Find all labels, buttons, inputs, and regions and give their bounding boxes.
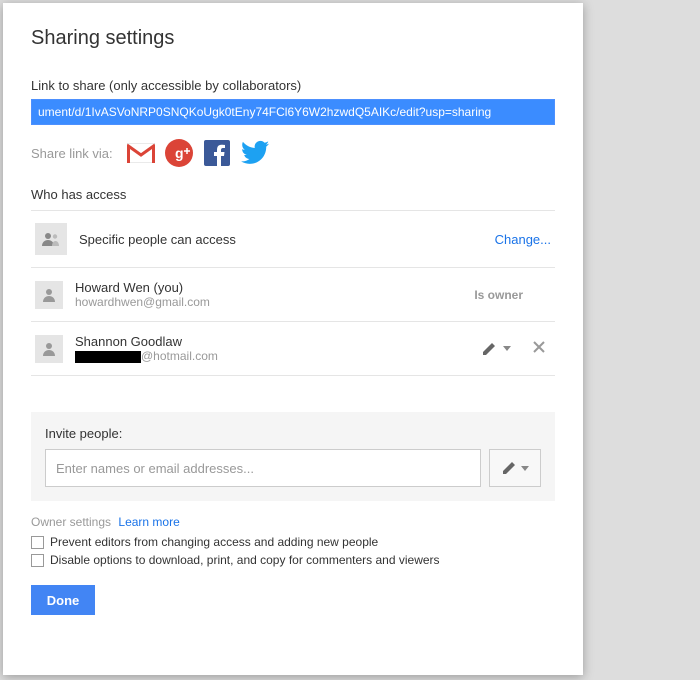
svg-text:g: g: [175, 145, 184, 161]
gmail-icon[interactable]: [127, 139, 155, 167]
invite-section: Invite people:: [31, 412, 555, 501]
share-link-input[interactable]: [31, 99, 555, 125]
person-icon: [35, 281, 63, 309]
google-plus-icon[interactable]: g: [165, 139, 193, 167]
checkbox-disable-download[interactable]: [31, 554, 44, 567]
person-row-owner: Howard Wen (you) howardhwen@gmail.com Is…: [31, 268, 555, 322]
permission-dropdown[interactable]: [481, 341, 511, 357]
person-email: howardhwen@gmail.com: [75, 295, 462, 309]
owner-settings-section: Owner settings Learn more Prevent editor…: [31, 515, 555, 571]
person-name: Shannon Goodlaw: [75, 334, 469, 349]
facebook-icon[interactable]: [203, 139, 231, 167]
dialog-title: Sharing settings: [31, 27, 555, 50]
pencil-icon: [501, 460, 517, 476]
owner-settings-label: Owner settings: [31, 515, 111, 529]
who-has-access-label: Who has access: [31, 187, 555, 202]
access-summary-text: Specific people can access: [79, 232, 483, 247]
twitter-icon[interactable]: [241, 139, 269, 167]
close-icon: [533, 341, 545, 353]
invite-input[interactable]: [45, 449, 481, 487]
checkbox-prevent-editors[interactable]: [31, 536, 44, 549]
row-actions: [481, 341, 545, 357]
share-via-row: Share link via: g: [31, 139, 555, 167]
person-row-collaborator: Shannon Goodlaw @hotmail.com: [31, 322, 555, 376]
sharing-dialog: Sharing settings Link to share (only acc…: [3, 3, 583, 675]
remove-person-button[interactable]: [533, 341, 545, 356]
change-access-link[interactable]: Change...: [495, 232, 551, 247]
chevron-down-icon: [521, 466, 529, 471]
pencil-icon: [481, 341, 497, 357]
person-name: Howard Wen (you): [75, 280, 462, 295]
person-email: @hotmail.com: [75, 349, 469, 363]
redacted-text: [75, 351, 141, 363]
access-list: Specific people can access Change... How…: [31, 210, 555, 376]
done-button[interactable]: Done: [31, 585, 95, 615]
person-icon: [35, 335, 63, 363]
checkbox-label: Prevent editors from changing access and…: [50, 535, 378, 549]
share-via-label: Share link via:: [31, 146, 113, 161]
checkbox-label: Disable options to download, print, and …: [50, 553, 440, 567]
access-summary-row: Specific people can access Change...: [31, 211, 555, 268]
invite-label: Invite people:: [45, 426, 541, 441]
link-label: Link to share (only accessible by collab…: [31, 78, 555, 93]
chevron-down-icon: [503, 346, 511, 351]
invite-permission-dropdown[interactable]: [489, 449, 541, 487]
owner-badge: Is owner: [474, 288, 523, 302]
learn-more-link[interactable]: Learn more: [118, 515, 179, 529]
people-icon: [35, 223, 67, 255]
